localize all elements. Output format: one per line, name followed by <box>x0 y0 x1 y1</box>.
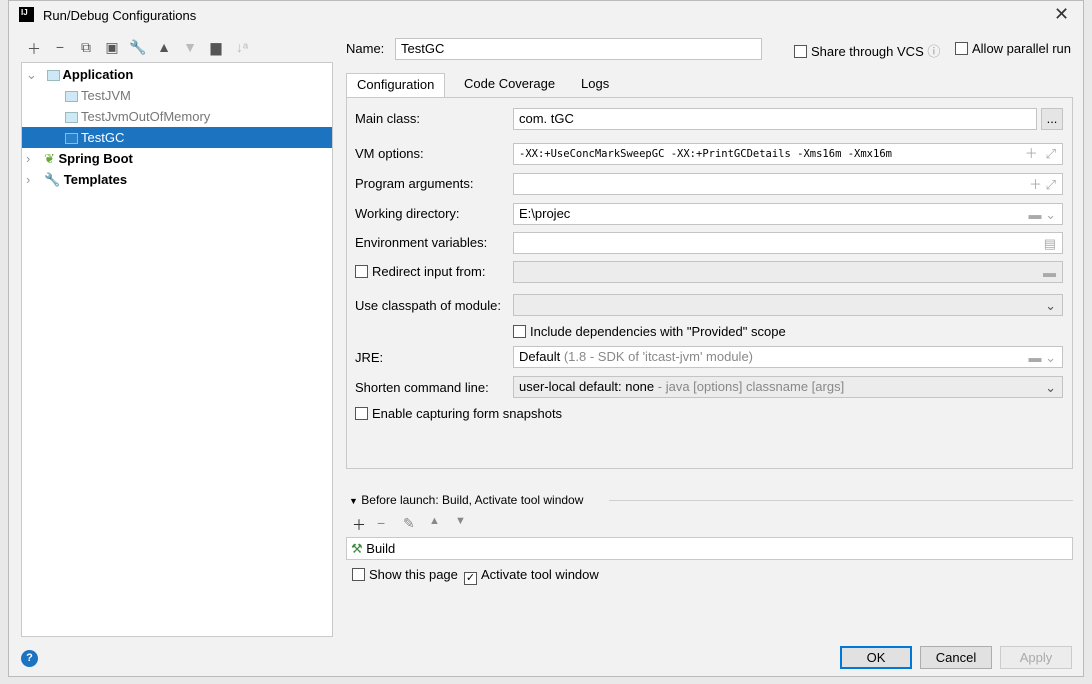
chevron-down-icon: ⌄ <box>1045 298 1056 313</box>
application-icon <box>46 70 60 82</box>
minus-icon[interactable]: − <box>51 39 69 55</box>
main-class-label: Main class: <box>355 111 421 126</box>
tree-item-templates[interactable]: › 🔧 Templates <box>22 169 332 190</box>
config-tree: ⌄ Application TestJVM TestJvmOutOfMemory… <box>21 62 333 637</box>
tree-item-testjvmoutofmemory[interactable]: TestJvmOutOfMemory <box>22 106 332 127</box>
config-icon <box>65 91 78 103</box>
chevron-right-icon[interactable]: › <box>26 172 30 187</box>
chevron-down-icon: ▬ ⌄ <box>1028 350 1056 365</box>
plus-icon[interactable]: ＋ <box>25 39 43 59</box>
redirect-input-field: ▬ <box>513 261 1063 283</box>
name-label: Name: <box>346 41 385 56</box>
chevron-down-icon: ⌄ <box>1045 380 1056 395</box>
tree-item-spring-boot[interactable]: › ❦ Spring Boot <box>22 148 332 169</box>
allow-parallel-checkbox[interactable]: Allow parallel run <box>955 41 1071 56</box>
sort-icon[interactable]: ↓ᵃ <box>233 39 251 55</box>
minus-icon[interactable]: − <box>377 515 385 531</box>
config-icon <box>65 112 78 124</box>
edit-icon[interactable]: ✎ <box>403 515 415 532</box>
save-icon[interactable]: ▣ <box>103 39 121 56</box>
vm-options-label: VM options: <box>355 146 424 161</box>
expand-icon[interactable]: ＋ ⤢ <box>1029 175 1056 194</box>
wrench-icon[interactable]: 🔧 <box>129 39 147 56</box>
form-snapshots-checkbox[interactable]: Enable capturing form snapshots <box>355 406 562 421</box>
environment-variables-label: Environment variables: <box>355 235 488 250</box>
main-class-input[interactable]: com. tGC <box>513 108 1037 130</box>
redirect-input-checkbox[interactable]: Redirect input from: <box>355 264 485 279</box>
arrow-up-icon[interactable]: ▲ <box>155 39 173 55</box>
run-debug-dialog: IJ Run/Debug Configurations ✕ ＋ − ⧉ ▣ 🔧 … <box>8 0 1084 677</box>
window-title: Run/Debug Configurations <box>43 8 197 23</box>
working-directory-label: Working directory: <box>355 206 460 221</box>
arrow-down-icon[interactable]: ▼ <box>455 515 466 527</box>
working-directory-input[interactable]: E:\projec ▬ ⌄ <box>513 203 1063 225</box>
tree-item-application[interactable]: ⌄ Application <box>22 64 332 85</box>
shorten-command-label: Shorten command line: <box>355 380 489 395</box>
copy-icon[interactable]: ⧉ <box>77 39 95 56</box>
config-icon <box>65 133 78 145</box>
vm-options-input[interactable]: -XX:+UseConcMarkSweepGC -XX:+PrintGCDeta… <box>513 143 1063 165</box>
jre-label: JRE: <box>355 350 384 365</box>
tree-item-testgc[interactable]: TestGC <box>22 127 332 148</box>
tab-configuration[interactable]: Configuration <box>346 73 446 97</box>
classpath-module-label: Use classpath of module: <box>355 298 501 313</box>
cancel-button[interactable]: Cancel <box>920 646 992 669</box>
wrench-icon: 🔧 <box>43 172 61 187</box>
document-icon[interactable]: ▤ <box>1044 234 1056 253</box>
program-arguments-label: Program arguments: <box>355 176 474 191</box>
spring-boot-icon: ❦ <box>43 151 55 166</box>
environment-variables-input[interactable]: ▤ <box>513 232 1063 254</box>
apply-button[interactable]: Apply <box>1000 646 1072 669</box>
expand-icon[interactable]: ＋ ⤢ <box>1025 145 1056 164</box>
tab-code-coverage[interactable]: Code Coverage <box>454 73 565 97</box>
before-launch-header[interactable]: ▼ Before launch: Build, Activate tool wi… <box>349 493 583 507</box>
close-icon[interactable]: ✕ <box>1054 4 1069 25</box>
chevron-down-icon[interactable]: ⌄ <box>26 67 37 82</box>
show-page-checkbox[interactable]: Show this page <box>352 567 458 582</box>
tree-item-testjvm[interactable]: TestJVM <box>22 85 332 106</box>
folder-add-icon[interactable]: ▆ <box>207 39 225 56</box>
arrow-down-icon[interactable]: ▼ <box>181 39 199 55</box>
jre-select[interactable]: Default (1.8 - SDK of 'itcast-jvm' modul… <box>513 346 1063 368</box>
shorten-command-select[interactable]: user-local default: none - java [options… <box>513 376 1063 398</box>
include-provided-checkbox[interactable]: Include dependencies with "Provided" sco… <box>513 324 786 339</box>
program-arguments-input[interactable]: ＋ ⤢ <box>513 173 1063 195</box>
before-launch-list: ⚒ Build <box>346 537 1073 560</box>
hammer-icon: ⚒ <box>351 541 363 556</box>
browse-button[interactable]: ... <box>1041 108 1063 130</box>
folder-icon[interactable]: ▬ ⌄ <box>1028 205 1056 224</box>
help-icon[interactable]: ⓘ <box>927 44 940 59</box>
name-input[interactable]: TestGC <box>395 38 762 60</box>
ok-button[interactable]: OK <box>840 646 912 669</box>
collapse-icon[interactable]: ▼ <box>349 496 358 506</box>
folder-icon: ▬ <box>1043 265 1056 280</box>
plus-icon[interactable]: ＋ <box>352 515 366 535</box>
share-vcs-checkbox[interactable]: Share through VCS ⓘ <box>794 41 940 60</box>
tab-logs[interactable]: Logs <box>571 73 619 97</box>
arrow-up-icon[interactable]: ▲ <box>429 515 440 527</box>
help-button[interactable]: ? <box>21 650 38 667</box>
divider <box>609 500 1073 501</box>
intellij-logo: IJ <box>19 7 34 22</box>
before-launch-item-build[interactable]: Build <box>366 541 395 556</box>
classpath-module-select[interactable]: ⌄ <box>513 294 1063 316</box>
chevron-right-icon[interactable]: › <box>26 151 30 166</box>
activate-tool-window-checkbox[interactable]: ✓ Activate tool window <box>464 567 599 585</box>
